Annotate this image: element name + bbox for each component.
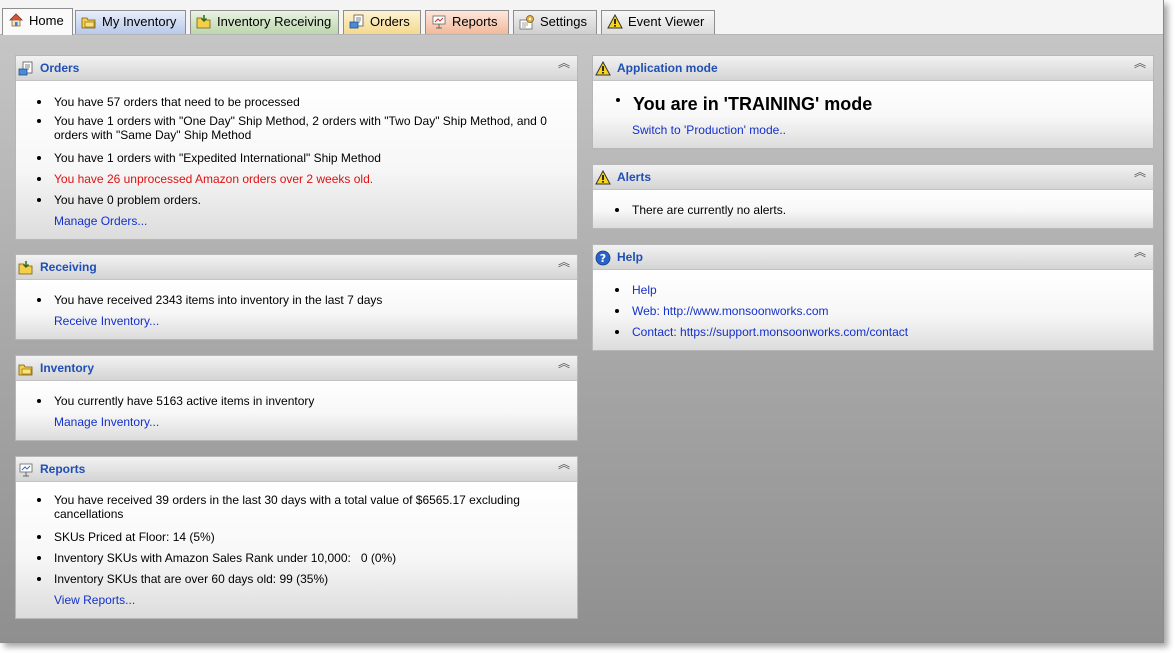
panel-body: You currently have 5163 active items in … [16, 381, 577, 440]
panel-body: You have received 39 orders in the last … [16, 482, 577, 618]
settings-icon [519, 15, 534, 30]
manage-orders-link[interactable]: Manage Orders... [54, 214, 147, 228]
orders-icon [349, 14, 364, 29]
panel-header: Inventory ︽ [16, 356, 577, 381]
panel-title: Receiving [40, 260, 97, 274]
panel-title: Application mode [617, 61, 718, 75]
alerts-panel: Alerts ︽ There are currently no alerts. [592, 164, 1154, 229]
panel-title: Reports [40, 462, 86, 476]
tab-event-viewer[interactable]: Event Viewer [601, 10, 715, 34]
tab-label: Reports [452, 14, 498, 29]
home-icon [9, 13, 23, 27]
panel-header: Application mode ︽ [593, 56, 1153, 81]
collapse-icon[interactable]: ︽ [558, 256, 570, 268]
list-item: You have received 39 orders in the last … [37, 493, 544, 521]
list-item: There are currently no alerts. [614, 203, 787, 217]
receive-inventory-link[interactable]: Receive Inventory... [54, 314, 159, 328]
help-link[interactable]: Help [615, 283, 657, 297]
tab-label: Inventory Receiving [217, 14, 332, 29]
help-panel: ? Help ︽ Help Web: http://www.monsoonwor… [592, 244, 1154, 351]
application-mode-panel: Application mode ︽ You are in 'TRAINING'… [592, 55, 1154, 149]
panel-title: Alerts [617, 170, 652, 184]
panel-header: Reports ︽ [16, 457, 577, 482]
tab-label: My Inventory [102, 14, 177, 29]
list-item: You have 1 orders with "One Day" Ship Me… [37, 114, 564, 142]
warning-icon [595, 170, 611, 185]
tab-my-inventory[interactable]: My Inventory [75, 10, 186, 34]
panel-body: There are currently no alerts. [593, 190, 1153, 228]
tab-bar: Home My Inventory Inventory Receiving Or… [0, 0, 1163, 35]
tab-label: Home [29, 13, 64, 28]
help-icon: ? [595, 250, 611, 266]
list-item: You have 1 orders with "Expedited Intern… [37, 151, 564, 165]
collapse-icon[interactable]: ︽ [1134, 166, 1146, 178]
warning-icon [607, 14, 623, 29]
collapse-icon[interactable]: ︽ [1134, 246, 1146, 258]
website-link[interactable]: Web: http://www.monsoonworks.com [615, 304, 829, 318]
collapse-icon[interactable]: ︽ [558, 458, 570, 470]
panel-body: Help Web: http://www.monsoonworks.com Co… [593, 270, 1153, 350]
contact-link[interactable]: Contact: https://support.monsoonworks.co… [614, 325, 908, 339]
panel-body: You have received 2343 items into invent… [16, 280, 577, 339]
view-reports-link[interactable]: View Reports... [54, 593, 135, 607]
list-item: You have 57 orders that need to be proce… [37, 95, 564, 109]
receiving-folder-icon [18, 261, 33, 275]
list-item: Inventory SKUs that are over 60 days old… [37, 572, 564, 586]
app-window: Home My Inventory Inventory Receiving Or… [0, 0, 1164, 643]
reports-icon [19, 463, 33, 477]
mode-status: You are in 'TRAINING' mode [615, 94, 873, 114]
reports-icon [432, 15, 446, 29]
panel-title: Orders [40, 61, 80, 75]
receiving-folder-icon [196, 15, 211, 29]
panel-header: ? Help ︽ [593, 245, 1153, 270]
inventory-folder-icon [18, 364, 33, 376]
receiving-panel: Receiving ︽ You have received 2343 items… [15, 254, 578, 340]
collapse-icon[interactable]: ︽ [558, 57, 570, 69]
collapse-icon[interactable]: ︽ [1134, 57, 1146, 69]
tab-orders[interactable]: Orders [343, 10, 421, 34]
inventory-panel: Inventory ︽ You currently have 5163 acti… [15, 355, 578, 441]
list-item: Inventory SKUs with Amazon Sales Rank un… [37, 551, 564, 565]
panel-header: Receiving ︽ [16, 255, 577, 280]
tab-label: Settings [540, 14, 587, 29]
tab-home[interactable]: Home [2, 8, 73, 35]
panel-title: Help [617, 250, 644, 264]
panel-title: Inventory [40, 361, 95, 375]
orders-icon [18, 61, 33, 76]
list-item[interactable]: You have 26 unprocessed Amazon orders ov… [37, 172, 564, 186]
panel-header: Alerts ︽ [593, 165, 1153, 190]
panel-header: Orders ︽ [16, 56, 577, 81]
svg-text:?: ? [600, 252, 606, 265]
list-item: SKUs Priced at Floor: 14 (5%) [37, 530, 564, 544]
tab-label: Orders [370, 14, 410, 29]
switch-mode-link[interactable]: Switch to 'Production' mode.. [632, 123, 786, 137]
reports-panel: Reports ︽ You have received 39 orders in… [15, 456, 578, 619]
manage-inventory-link[interactable]: Manage Inventory... [54, 415, 159, 429]
list-item: You have received 2343 items into invent… [37, 293, 564, 307]
collapse-icon[interactable]: ︽ [558, 357, 570, 369]
panel-body: You are in 'TRAINING' mode Switch to 'Pr… [593, 81, 1153, 148]
panel-body: You have 57 orders that need to be proce… [16, 81, 577, 239]
tab-reports[interactable]: Reports [425, 10, 509, 34]
inventory-folder-icon [81, 17, 96, 29]
warning-icon [595, 61, 611, 76]
list-item: You have 0 problem orders. [37, 193, 564, 207]
tab-inventory-receiving[interactable]: Inventory Receiving [190, 10, 339, 34]
list-item: You currently have 5163 active items in … [37, 394, 564, 408]
orders-panel: Orders ︽ You have 57 orders that need to… [15, 55, 578, 240]
tab-label: Event Viewer [628, 14, 705, 29]
tab-settings[interactable]: Settings [513, 10, 597, 34]
